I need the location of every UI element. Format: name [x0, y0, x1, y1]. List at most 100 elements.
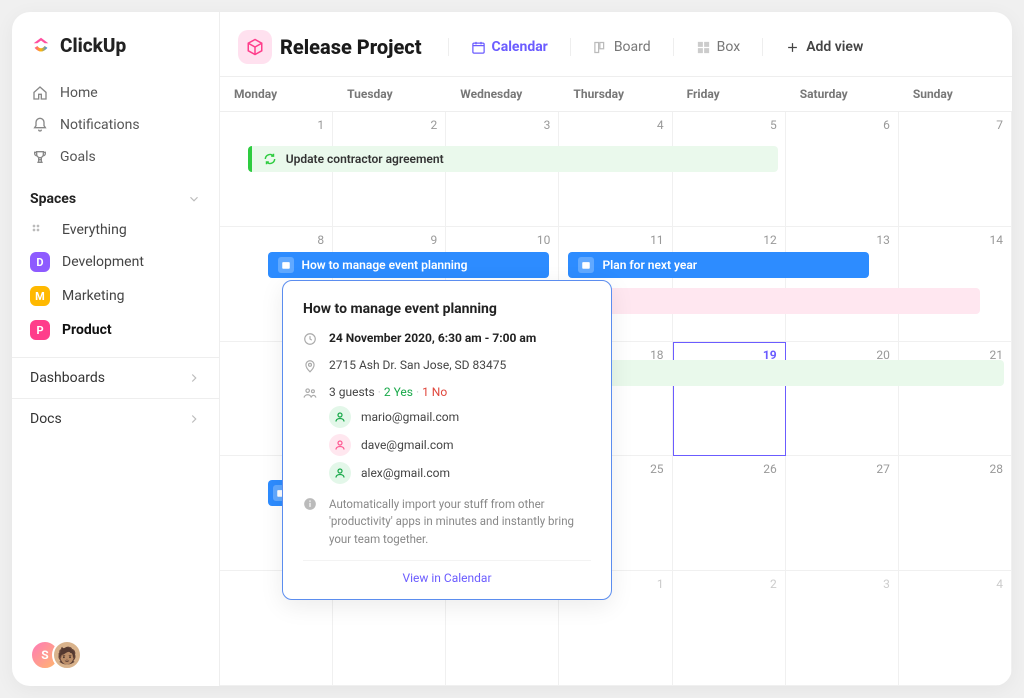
event-green[interactable] — [568, 360, 1004, 386]
primary-nav: Home Notifications Goals — [12, 73, 219, 177]
trophy-icon — [32, 149, 48, 165]
day-header: Monday — [220, 77, 333, 111]
box-icon — [696, 40, 711, 55]
calendar-cell[interactable]: 6 — [786, 112, 899, 227]
event-plan-next-year[interactable]: Plan for next year — [568, 252, 869, 278]
day-header: Friday — [673, 77, 786, 111]
calendar-cell[interactable]: 26 — [673, 456, 786, 571]
day-number: 28 — [990, 462, 1004, 476]
spaces-header[interactable]: Spaces — [12, 177, 219, 215]
user-icon — [329, 434, 351, 456]
day-number: 25 — [650, 462, 664, 476]
user-icon — [329, 406, 351, 428]
calendar-cell[interactable]: 3 — [786, 571, 899, 686]
calendar-cell[interactable]: 4 — [899, 571, 1012, 686]
section-docs[interactable]: Docs — [12, 398, 219, 439]
day-number: 7 — [996, 118, 1003, 132]
chevron-down-icon — [187, 192, 201, 206]
calendar-cell[interactable]: 19 — [673, 342, 786, 457]
view-label: Board — [614, 39, 651, 55]
brand-name: ClickUp — [60, 34, 126, 57]
calendar-grid[interactable]: 1234567891011121314151617181920212223242… — [220, 112, 1012, 686]
calendar-cell[interactable]: 7 — [899, 112, 1012, 227]
day-number: 27 — [876, 462, 890, 476]
view-label: Box — [717, 39, 741, 55]
section-label: Dashboards — [30, 370, 105, 386]
event-update-contractor[interactable]: Update contractor agreement — [248, 146, 779, 172]
space-badge-icon: D — [30, 252, 50, 272]
event-popover: How to manage event planning 24 November… — [282, 280, 612, 600]
day-number: 9 — [431, 233, 438, 247]
section-label: Docs — [30, 411, 62, 427]
people-icon — [303, 386, 317, 400]
guest-row: dave@gmail.com — [329, 434, 591, 456]
calendar-cell[interactable]: 12 — [673, 227, 786, 342]
space-badge-icon: M — [30, 286, 50, 306]
day-number: 4 — [657, 118, 664, 132]
space-label: Everything — [62, 222, 127, 238]
day-header: Thursday — [559, 77, 672, 111]
plus-icon — [785, 40, 800, 55]
event-manage-planning[interactable]: How to manage event planning — [268, 252, 549, 278]
calendar-header-row: Monday Tuesday Wednesday Thursday Friday… — [220, 76, 1012, 112]
day-number: 5 — [770, 118, 777, 132]
brand[interactable]: ClickUp — [12, 12, 219, 73]
avatar[interactable]: 🧑🏽 — [52, 640, 82, 670]
topbar: Release Project Calendar Board Box Add v… — [220, 12, 1012, 76]
board-icon — [593, 40, 608, 55]
view-label: Add view — [806, 39, 863, 55]
calendar-cell[interactable]: 2 — [673, 571, 786, 686]
calendar-cell[interactable]: 27 — [786, 456, 899, 571]
calendar-cell[interactable]: 14 — [899, 227, 1012, 342]
calendar-cell[interactable]: 20 — [786, 342, 899, 457]
nav-goals[interactable]: Goals — [20, 141, 211, 173]
nav-home[interactable]: Home — [20, 77, 211, 109]
nav-label: Notifications — [60, 117, 140, 133]
guest-email: dave@gmail.com — [361, 438, 454, 452]
project-icon — [238, 30, 272, 64]
view-tab-board[interactable]: Board — [587, 35, 657, 59]
add-view-button[interactable]: Add view — [779, 35, 869, 59]
popover-guests: 3 guests · 2 Yes · 1 No — [329, 385, 447, 399]
space-development[interactable]: D Development — [12, 245, 219, 279]
day-number: 3 — [544, 118, 551, 132]
section-dashboards[interactable]: Dashboards — [12, 357, 219, 398]
calendar-cell[interactable]: 28 — [899, 456, 1012, 571]
popover-title: How to manage event planning — [303, 301, 591, 317]
user-avatars[interactable]: S 🧑🏽 — [30, 640, 82, 670]
calendar-cell[interactable]: 21 — [899, 342, 1012, 457]
space-product[interactable]: P Product — [12, 313, 219, 347]
separator — [448, 38, 449, 56]
home-icon — [32, 85, 48, 101]
day-header: Sunday — [899, 77, 1012, 111]
day-number: 2 — [770, 577, 777, 591]
app-window: ClickUp Home Notifications Goals Spaces … — [12, 12, 1012, 686]
guest-row: mario@gmail.com — [329, 406, 591, 428]
day-number: 13 — [876, 233, 890, 247]
day-number: 11 — [650, 233, 664, 247]
nav-label: Home — [60, 85, 98, 101]
view-tab-calendar[interactable]: Calendar — [465, 35, 554, 59]
day-number: 26 — [763, 462, 777, 476]
separator — [570, 38, 571, 56]
view-label: Calendar — [492, 39, 548, 55]
event-pink[interactable] — [568, 288, 980, 314]
guest-email: mario@gmail.com — [361, 410, 459, 424]
day-number: 3 — [883, 577, 890, 591]
view-in-calendar-link[interactable]: View in Calendar — [303, 560, 591, 587]
view-tab-box[interactable]: Box — [690, 35, 747, 59]
day-number: 1 — [317, 118, 324, 132]
space-marketing[interactable]: M Marketing — [12, 279, 219, 313]
space-label: Marketing — [62, 288, 125, 304]
project-title: Release Project — [280, 35, 422, 59]
separator — [673, 38, 674, 56]
day-number: 12 — [763, 233, 777, 247]
space-badge-icon: P — [30, 320, 50, 340]
calendar-cell[interactable]: 13 — [786, 227, 899, 342]
space-everything[interactable]: Everything — [12, 215, 219, 245]
day-header: Tuesday — [333, 77, 446, 111]
nav-notifications[interactable]: Notifications — [20, 109, 211, 141]
guest-email: alex@gmail.com — [361, 466, 450, 480]
day-number: 1 — [657, 577, 664, 591]
calendar-icon — [471, 40, 486, 55]
